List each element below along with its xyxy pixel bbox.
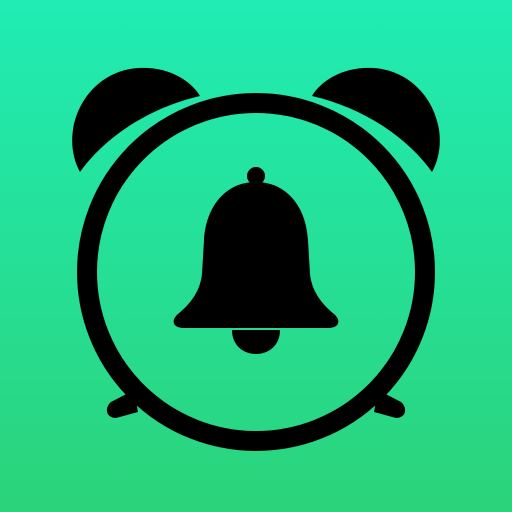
alarm-clock-icon: [72, 67, 440, 451]
app-icon-tile: [0, 0, 512, 512]
bell-icon: [173, 167, 339, 354]
